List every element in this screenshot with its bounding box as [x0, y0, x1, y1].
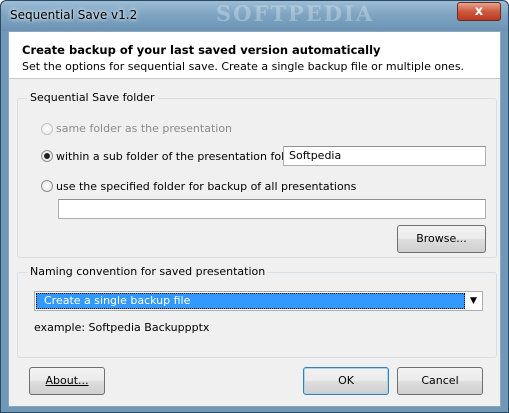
radio-same-folder-label: same folder as the presentation: [56, 122, 233, 135]
radio-specified-folder-label: use the specified folder for backup of a…: [56, 180, 357, 193]
title-bar[interactable]: Sequential Save v1.2 SOFTPEDIA x: [1, 1, 508, 31]
about-button-label: About...: [45, 374, 89, 387]
naming-convention-group: Naming convention for saved presentation…: [17, 265, 497, 358]
specified-folder-input[interactable]: [58, 199, 486, 219]
radio-sub-folder[interactable]: [41, 150, 53, 162]
radio-specified-folder[interactable]: [41, 180, 53, 192]
close-button[interactable]: x: [457, 2, 501, 21]
ok-button[interactable]: OK: [303, 367, 389, 395]
radio-same-folder[interactable]: [41, 123, 53, 135]
dialog-window: Sequential Save v1.2 SOFTPEDIA x Create …: [0, 0, 509, 413]
window-title: Sequential Save v1.2: [10, 8, 138, 22]
header-subtitle: Set the options for sequential save. Cre…: [22, 60, 465, 73]
cancel-button[interactable]: Cancel: [397, 367, 483, 395]
subfolder-name-input[interactable]: Softpedia: [283, 146, 486, 166]
radio-sub-folder-label: within a sub folder of the presentation …: [56, 150, 303, 163]
naming-convention-select[interactable]: Create a single backup file ▼: [34, 291, 483, 311]
browse-button[interactable]: Browse...: [397, 225, 486, 253]
group-legend-folder: Sequential Save folder: [27, 91, 158, 104]
cancel-button-label: Cancel: [421, 374, 459, 387]
naming-example-text: example: Softpedia Backuppptx: [34, 321, 210, 334]
header-title: Create backup of your last saved version…: [22, 43, 381, 57]
softpedia-watermark: SOFTPEDIA: [216, 1, 375, 26]
dialog-header: Create backup of your last saved version…: [9, 32, 500, 79]
naming-convention-selected: Create a single backup file: [36, 293, 465, 309]
about-button[interactable]: About...: [29, 367, 105, 395]
dialog-body: Create backup of your last saved version…: [8, 31, 501, 407]
sequential-save-folder-group: Sequential Save folder same folder as th…: [17, 91, 497, 258]
close-icon: x: [474, 4, 484, 19]
ok-button-label: OK: [338, 374, 354, 387]
group-legend-naming: Naming convention for saved presentation: [27, 265, 269, 278]
chevron-down-icon[interactable]: ▼: [466, 293, 481, 309]
browse-button-label: Browse...: [416, 232, 467, 245]
